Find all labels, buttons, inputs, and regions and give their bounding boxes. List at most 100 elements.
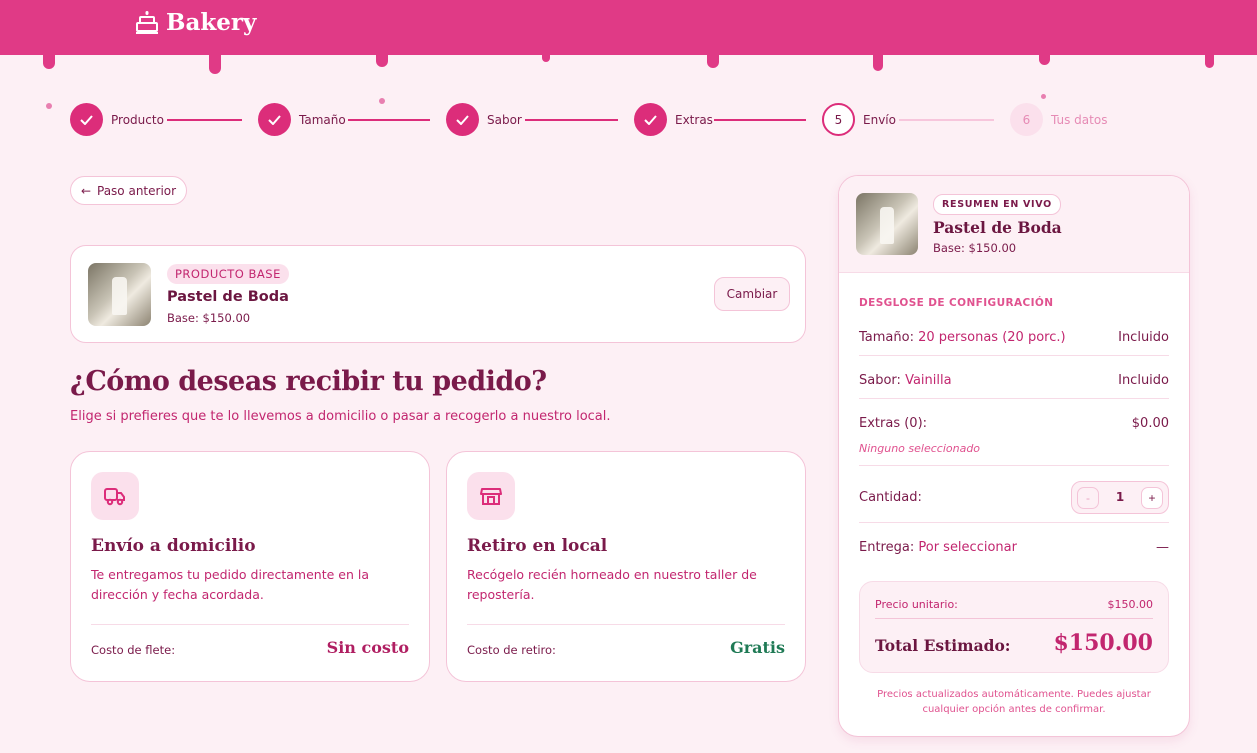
row-price: Incluido: [1118, 330, 1169, 345]
row-key: Extras (0):: [859, 416, 928, 431]
page-title: ¿Cómo deseas recibir tu pedido?: [70, 366, 547, 397]
row-price: Incluido: [1118, 373, 1169, 388]
summary-row-size: Tamaño: 20 personas (20 porc.) Incluido: [859, 330, 1169, 345]
row-key: Entrega:: [859, 540, 915, 555]
decor-dot: [379, 98, 385, 104]
unit-price-label: Precio unitario:: [875, 598, 958, 611]
total-label: Total Estimado:: [875, 636, 1011, 655]
divider: [875, 618, 1153, 619]
live-summary-badge: RESUMEN EN VIVO: [933, 194, 1061, 215]
row-key: Cantidad:: [859, 490, 922, 505]
cost-label: Costo de flete:: [91, 643, 176, 657]
store-icon: [467, 472, 515, 520]
total-box: Precio unitario: $150.00 Total Estimado:…: [859, 581, 1169, 673]
decor-dot: [1041, 94, 1046, 99]
top-bar: Bakery: [0, 0, 1257, 55]
product-card: PRODUCTO BASE Pastel de Boda Base: $150.…: [70, 245, 806, 343]
step-connector: [167, 119, 242, 121]
summary-row-flavor: Sabor: Vainilla Incluido: [859, 373, 1169, 388]
brand-name: Bakery: [166, 9, 257, 36]
check-icon: [70, 103, 103, 136]
row-key: Tamaño:: [859, 330, 914, 345]
option-title: Envío a domicilio: [91, 536, 256, 556]
summary-base-price: Base: $150.00: [933, 241, 1017, 255]
drip-decoration: [873, 54, 883, 71]
arrow-left-icon: ←: [80, 183, 91, 198]
drip-decoration: [707, 54, 719, 68]
step-label: Tamaño: [299, 112, 346, 127]
live-summary-panel: RESUMEN EN VIVO Pastel de Boda Base: $15…: [838, 175, 1190, 737]
row-price: —: [1156, 540, 1169, 555]
divider: [859, 398, 1169, 399]
cake-icon: [136, 10, 158, 34]
increase-quantity-button[interactable]: +: [1141, 487, 1163, 509]
summary-header: RESUMEN EN VIVO Pastel de Boda Base: $15…: [839, 176, 1189, 273]
row-key: Sabor:: [859, 373, 901, 388]
step-number: 5: [822, 103, 855, 136]
row-price: $0.00: [1131, 416, 1169, 431]
row-value: Vainilla: [905, 373, 952, 388]
check-icon: [634, 103, 667, 136]
unit-price-value: $150.00: [1107, 598, 1154, 611]
option-title: Retiro en local: [467, 536, 608, 556]
divider: [467, 624, 785, 625]
section-title: DESGLOSE DE CONFIGURACIÓN: [859, 297, 1054, 309]
change-product-button[interactable]: Cambiar: [714, 277, 790, 311]
summary-product-name: Pastel de Boda: [933, 218, 1062, 237]
step-producto[interactable]: Producto: [70, 103, 164, 136]
row-value: Por seleccionar: [918, 540, 1017, 555]
check-icon: [446, 103, 479, 136]
step-connector: [714, 119, 806, 121]
drip-decoration: [376, 54, 388, 67]
step-number: 6: [1010, 103, 1043, 136]
summary-row-delivery: Entrega: Por seleccionar —: [859, 540, 1169, 555]
delivery-truck-icon: [91, 472, 139, 520]
drip-decoration: [1039, 54, 1050, 65]
option-home-delivery[interactable]: Envío a domicilio Te entregamos tu pedid…: [70, 451, 430, 682]
step-label: Sabor: [487, 112, 522, 127]
product-base-price: Base: $150.00: [167, 311, 251, 325]
option-store-pickup[interactable]: Retiro en local Recógelo recién horneado…: [446, 451, 806, 682]
summary-row-extras: Extras (0): $0.00: [859, 416, 1169, 431]
product-image: [88, 263, 151, 326]
option-description: Te entregamos tu pedido directamente en …: [91, 567, 370, 602]
step-label: Extras: [675, 112, 713, 127]
check-icon: [258, 103, 291, 136]
quantity-stepper: - 1 +: [1071, 481, 1169, 514]
divider: [859, 465, 1169, 466]
step-envio[interactable]: 5 Envío: [822, 103, 896, 136]
step-connector: [525, 119, 618, 121]
drip-decoration: [43, 54, 55, 69]
step-tus-datos: 6 Tus datos: [1010, 103, 1107, 136]
back-button[interactable]: ← Paso anterior: [70, 176, 187, 205]
cost-value: Sin costo: [326, 638, 409, 657]
decor-dot: [46, 103, 52, 109]
step-label: Envío: [863, 112, 896, 127]
divider: [91, 624, 409, 625]
step-label: Tus datos: [1051, 112, 1108, 127]
summary-product-image: [856, 193, 918, 255]
step-extras[interactable]: Extras: [634, 103, 713, 136]
total-value: $150.00: [1053, 630, 1153, 656]
summary-footnote: Precios actualizados automáticamente. Pu…: [877, 689, 1151, 715]
brand-logo[interactable]: Bakery: [136, 9, 256, 36]
drip-decoration: [209, 54, 221, 74]
step-connector: [348, 119, 430, 121]
drip-decoration: [542, 54, 550, 62]
divider: [859, 355, 1169, 356]
step-label: Producto: [111, 112, 164, 127]
step-connector: [899, 119, 994, 121]
product-badge: PRODUCTO BASE: [167, 264, 289, 284]
extras-none-note: Ninguno seleccionado: [859, 442, 981, 455]
divider: [859, 522, 1169, 523]
step-tamano[interactable]: Tamaño: [258, 103, 346, 136]
step-sabor[interactable]: Sabor: [446, 103, 522, 136]
product-name: Pastel de Boda: [167, 289, 289, 305]
option-description: Recógelo recién horneado en nuestro tall…: [467, 567, 757, 602]
cost-value: Gratis: [730, 638, 785, 657]
back-button-label: Paso anterior: [97, 183, 177, 198]
page-subtitle: Elige si prefieres que te lo llevemos a …: [70, 409, 611, 424]
row-value: 20 personas (20 porc.): [918, 330, 1066, 345]
drip-decoration: [1205, 54, 1214, 68]
cost-label: Costo de retiro:: [467, 643, 556, 657]
